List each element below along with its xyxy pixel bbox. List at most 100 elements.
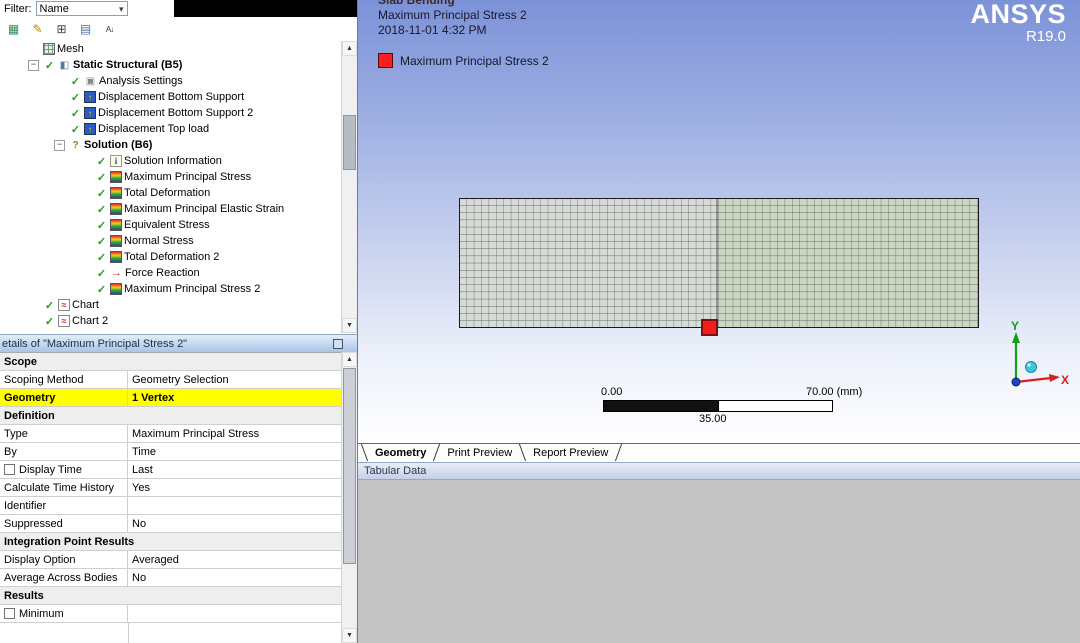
details-row[interactable]: Identifier bbox=[0, 497, 341, 515]
details-title: etails of "Maximum Principal Stress 2" bbox=[2, 337, 188, 350]
system-icon bbox=[58, 59, 71, 71]
checkbox[interactable] bbox=[4, 608, 15, 619]
scale-max-label: 70.00 (mm) bbox=[806, 386, 863, 398]
tree-item-label: Displacement Bottom Support bbox=[98, 91, 245, 103]
tree-item[interactable]: Maximum Principal Stress bbox=[0, 169, 341, 185]
tab-report-preview[interactable]: Report Preview bbox=[523, 444, 618, 461]
check-icon bbox=[69, 107, 82, 119]
tree-item[interactable]: Maximum Principal Elastic Strain bbox=[0, 201, 341, 217]
check-icon bbox=[43, 315, 56, 327]
tab-print-preview[interactable]: Print Preview bbox=[437, 444, 522, 461]
tree-item[interactable]: Total Deformation 2 bbox=[0, 249, 341, 265]
details-row-value: No bbox=[132, 571, 147, 584]
check-icon bbox=[95, 219, 108, 231]
details-row-label: Scoping Method bbox=[4, 373, 84, 386]
outline-toolbar: ▦ ✎ ⊞ ▤ A↓ bbox=[0, 17, 357, 41]
coordinate-triad[interactable]: Y X bbox=[994, 318, 1072, 398]
details-row[interactable]: Calculate Time History Yes bbox=[0, 479, 341, 497]
scale-min-label: 0.00 bbox=[601, 386, 623, 398]
tree-item-label: Chart 2 bbox=[72, 315, 109, 327]
probe-icon bbox=[110, 267, 123, 279]
scroll-up-icon[interactable]: ▲ bbox=[342, 41, 357, 56]
tree-item[interactable]: Displacement Bottom Support bbox=[0, 89, 341, 105]
scroll-down-icon[interactable]: ▼ bbox=[342, 628, 357, 643]
expand-all-icon[interactable]: ⊞ bbox=[51, 19, 72, 40]
figures-icon[interactable]: ▤ bbox=[75, 19, 96, 40]
details-row[interactable]: Average Across Bodies No bbox=[0, 569, 341, 587]
tree-item-label: Displacement Top load bbox=[98, 123, 210, 135]
details-row[interactable]: Geometry 1 Vertex bbox=[0, 389, 341, 407]
details-row-label: Display Time bbox=[19, 463, 82, 476]
tree-item[interactable]: − Static Structural (B5) bbox=[0, 57, 341, 73]
details-scrollbar[interactable]: ▲ ▼ bbox=[341, 352, 357, 643]
details-row-value: Geometry Selection bbox=[132, 373, 229, 386]
scroll-down-icon[interactable]: ▼ bbox=[342, 318, 357, 333]
check-icon bbox=[95, 251, 108, 263]
outline-pane: Filter: Name ▦✎⊞▤A↓ Mesh − Static Structur… bbox=[0, 0, 357, 643]
result-icon bbox=[110, 219, 122, 231]
tree-item[interactable]: Displacement Top load bbox=[0, 121, 341, 137]
tab-geometry[interactable]: Geometry bbox=[365, 444, 436, 461]
tree-item[interactable]: Normal Stress bbox=[0, 233, 341, 249]
tree-item-label: Normal Stress bbox=[124, 235, 194, 247]
details-row[interactable]: Minimum bbox=[0, 605, 341, 623]
tree-scrollbar[interactable]: ▲ ▼ bbox=[341, 41, 357, 333]
scroll-up-icon[interactable]: ▲ bbox=[342, 352, 357, 367]
tree-item[interactable]: Analysis Settings bbox=[0, 73, 341, 89]
check-icon bbox=[69, 123, 82, 135]
details-row-value: Time bbox=[132, 445, 157, 458]
details-row-value: Last bbox=[132, 463, 153, 476]
check-icon bbox=[95, 283, 108, 295]
graphics-pane: Slab Bending Maximum Principal Stress 2 … bbox=[357, 0, 1080, 643]
tree-item[interactable]: Force Reaction bbox=[0, 265, 341, 281]
tabular-data-header[interactable]: Tabular Data bbox=[358, 462, 1080, 480]
check-icon bbox=[95, 171, 108, 183]
details-row[interactable]: By Time bbox=[0, 443, 341, 461]
scrollbar-thumb[interactable] bbox=[343, 368, 356, 564]
outline-tree: Mesh − Static Structural (B5) Analysis Sett… bbox=[0, 41, 341, 333]
tabular-data-title: Tabular Data bbox=[364, 465, 427, 477]
collapse-icon[interactable]: − bbox=[28, 59, 39, 71]
filter-dropdown[interactable]: Name bbox=[35, 1, 128, 16]
check-icon bbox=[95, 235, 108, 247]
tree-item-label: Analysis Settings bbox=[99, 75, 183, 87]
tree-item[interactable]: Displacement Bottom Support 2 bbox=[0, 105, 341, 121]
tree-item-label: Displacement Bottom Support 2 bbox=[98, 107, 254, 119]
tree-item-label: Solution (B6) bbox=[84, 139, 153, 151]
details-row-label: By bbox=[4, 445, 17, 458]
details-row[interactable]: Suppressed No bbox=[0, 515, 341, 533]
pin-icon[interactable] bbox=[333, 338, 343, 349]
section-label: Results bbox=[4, 589, 44, 602]
tree-item-label: Chart bbox=[72, 299, 99, 311]
tree-item[interactable]: Equivalent Stress bbox=[0, 217, 341, 233]
tree-item[interactable]: Chart bbox=[0, 297, 341, 313]
worksheet-icon[interactable]: ▦ bbox=[3, 19, 24, 40]
tree-item-label: Solution Information bbox=[124, 155, 222, 167]
scrollbar-thumb[interactable] bbox=[343, 115, 356, 170]
geometry-viewport[interactable]: Slab Bending Maximum Principal Stress 2 … bbox=[358, 0, 1080, 443]
tree-item[interactable]: Maximum Principal Stress 2 bbox=[0, 281, 341, 297]
details-row[interactable]: Display Option Averaged bbox=[0, 551, 341, 569]
scale-bar-white-half bbox=[717, 401, 832, 411]
details-row[interactable]: Type Maximum Principal Stress bbox=[0, 425, 341, 443]
tree-item[interactable]: Chart 2 bbox=[0, 313, 341, 329]
viewport-annotation: Slab Bending Maximum Principal Stress 2 … bbox=[378, 0, 527, 38]
max-principal-stress-marker[interactable] bbox=[701, 319, 718, 336]
section-label: Scope bbox=[4, 355, 38, 368]
details-row[interactable]: Scoping Method Geometry Selection bbox=[0, 371, 341, 389]
details-table: Scope Scoping Method Geometry Selection Geo… bbox=[0, 352, 341, 643]
dark-strip bbox=[173, 0, 357, 17]
tree-item[interactable]: Total Deformation bbox=[0, 185, 341, 201]
checkbox[interactable] bbox=[4, 464, 15, 475]
tree-item[interactable]: Solution Information bbox=[0, 153, 341, 169]
details-row[interactable]: Display Time Last bbox=[0, 461, 341, 479]
collapse-icon[interactable]: − bbox=[54, 139, 65, 151]
tree-item[interactable]: Mesh bbox=[0, 41, 341, 57]
tree-item[interactable]: − Solution (B6) bbox=[0, 137, 341, 153]
sort-icon[interactable]: A↓ bbox=[99, 19, 120, 40]
edit-icon[interactable]: ✎ bbox=[27, 19, 48, 40]
result-icon bbox=[110, 251, 122, 263]
